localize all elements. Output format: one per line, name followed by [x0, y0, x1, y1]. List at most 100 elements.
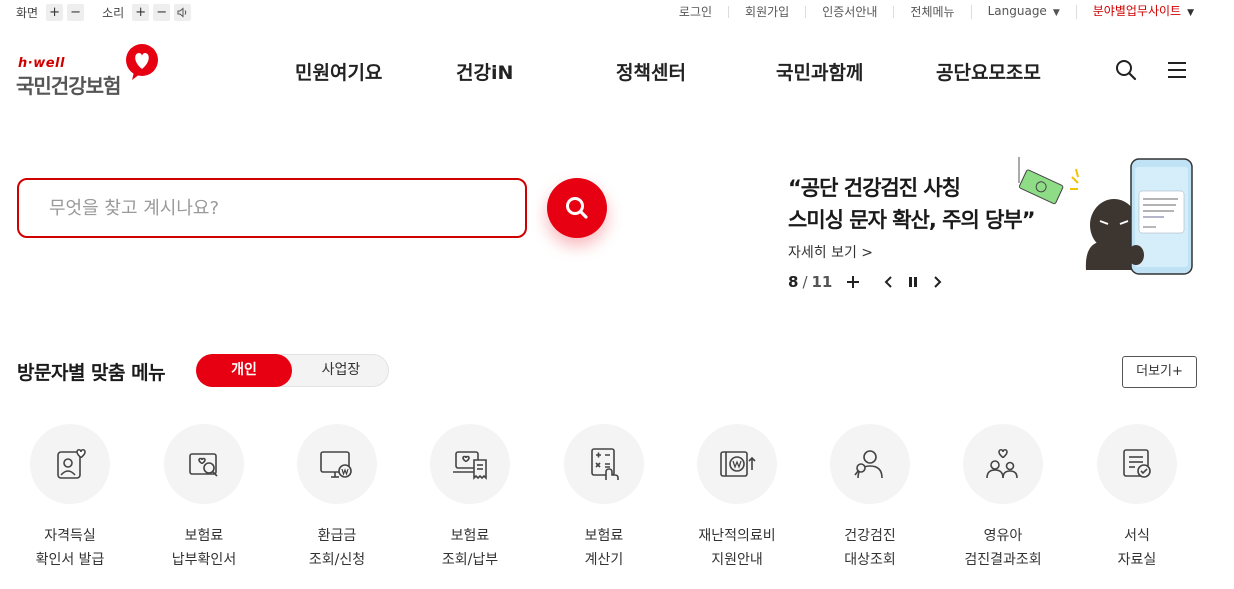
speaker-icon[interactable] — [174, 4, 192, 21]
menu-icon-circle — [430, 424, 510, 504]
gnb-nhis-about[interactable]: 공단요모조모 — [936, 58, 1041, 85]
menu-item-label-line2: 조회/신청 — [308, 552, 366, 568]
sound-up-button[interactable]: + — [132, 4, 150, 21]
menu-icon-circle — [697, 424, 777, 504]
tab-personal[interactable]: 개인 — [196, 354, 292, 387]
banner-title-line2: 스미싱 문자 확산, 주의 당부” — [788, 208, 1036, 232]
utility-links: 로그인 회원가입 인증서안내 전체메뉴 Language ▼ 분야별업무사이트 ▼ — [663, 5, 1194, 19]
menu-item-label-line1: 재난적의료비 — [698, 528, 776, 544]
search-input[interactable] — [19, 180, 525, 236]
banner-controls: 8 / 11 — [788, 273, 946, 291]
banner-title-line1: “공단 건강검진 사칭 — [788, 176, 961, 200]
signup-link[interactable]: 회원가입 — [728, 6, 805, 18]
wallet-won-up-icon — [720, 451, 756, 477]
caret-down-icon: ▼ — [1187, 8, 1194, 18]
laptop-receipt-icon — [453, 451, 487, 480]
gnb-with-citizens[interactable]: 국민과함께 — [776, 58, 863, 85]
language-dropdown[interactable]: Language ▼ — [970, 4, 1076, 19]
banner-more-link[interactable]: 자세히 보기 > — [788, 242, 873, 262]
menu-item-health-checkup[interactable]: 건강검진 대상조회 — [800, 424, 940, 572]
banner-total-count: 11 — [811, 273, 833, 291]
logo-subtitle: h·well — [18, 56, 65, 71]
menu-item-label-line2: 지원안내 — [711, 552, 763, 568]
menu-item-premium-calculator[interactable]: 보험료 계산기 — [534, 424, 674, 572]
gnb-policy-center[interactable]: 정책센터 — [616, 58, 686, 85]
search-button[interactable] — [547, 178, 607, 238]
banner-title[interactable]: “공단 건강검진 사칭 스미싱 문자 확산, 주의 당부” — [788, 172, 1036, 236]
menu-icon-circle — [297, 424, 377, 504]
sound-group: 소리 + − — [102, 4, 192, 21]
visitor-type-toggle: 개인 사업장 — [196, 354, 389, 387]
screen-zoom-group: 화면 + − — [16, 4, 85, 21]
chevron-right-icon[interactable] — [928, 273, 946, 291]
gnb-health-in[interactable]: 건강iN — [456, 58, 513, 85]
search-box — [17, 178, 527, 238]
certificate-guide-link[interactable]: 인증서안내 — [805, 6, 893, 18]
menu-item-label-line1: 보험료 — [184, 528, 224, 544]
all-menu-link[interactable]: 전체메뉴 — [893, 6, 970, 18]
pause-icon[interactable] — [904, 273, 922, 291]
menu-item-label-line2: 확인서 발급 — [35, 552, 105, 568]
menu-item-forms-library[interactable]: 서식 자료실 — [1067, 424, 1207, 572]
menu-icon-circle — [164, 424, 244, 504]
person-card-heart-icon — [57, 448, 86, 479]
language-label: Language — [987, 4, 1047, 18]
menu-item-label-line2: 계산기 — [584, 552, 624, 568]
heart-logo-icon — [126, 44, 158, 80]
menu-icon-circle — [564, 424, 644, 504]
menu-item-label-line1: 서식 — [1124, 528, 1150, 544]
accessibility-controls: 화면 + − 소리 + − — [16, 4, 192, 21]
caret-down-icon: ▼ — [1052, 8, 1060, 18]
banner-index-separator: / — [802, 273, 808, 291]
menu-item-label-line2: 대상조회 — [844, 552, 896, 568]
calculator-hand-icon — [591, 448, 619, 480]
document-search-icon — [189, 453, 218, 477]
gnb-civil-service[interactable]: 민원여기요 — [295, 58, 382, 85]
menu-item-label-line1: 보험료 — [584, 528, 624, 544]
menu-item-catastrophic-medical[interactable]: 재난적의료비 지원안내 — [667, 424, 807, 572]
screen-zoom-out-button[interactable]: − — [67, 4, 85, 21]
menu-item-label-line2: 검진결과조회 — [964, 552, 1042, 568]
sound-label: 소리 — [102, 6, 125, 20]
menu-item-infant-checkup[interactable]: 영유아 검진결과조회 — [933, 424, 1073, 572]
menu-item-label-line2: 납부확인서 — [171, 552, 237, 568]
menu-icon-circle — [963, 424, 1043, 504]
menu-item-premium-payment[interactable]: 보험료 조회/납부 — [400, 424, 540, 572]
search-icon — [566, 197, 588, 219]
sound-down-button[interactable]: − — [153, 4, 171, 21]
menu-icon-circle — [30, 424, 110, 504]
menu-item-label-line1: 건강검진 — [844, 528, 896, 544]
menu-icon-circle — [830, 424, 910, 504]
chevron-left-icon[interactable] — [880, 273, 898, 291]
more-button[interactable]: 더보기+ — [1122, 356, 1197, 388]
menu-item-label-line1: 자격득실 — [44, 528, 96, 544]
screen-zoom-in-button[interactable]: + — [46, 4, 64, 21]
banner-current-index: 8 — [788, 273, 799, 291]
hamburger-menu-icon[interactable] — [1165, 58, 1189, 82]
menu-icon-circle — [1097, 424, 1177, 504]
screen-zoom-label: 화면 — [16, 6, 39, 20]
site-logo[interactable]: h·well 국민건강보험 — [16, 42, 161, 98]
smishing-illustration — [1018, 157, 1193, 275]
search-icon[interactable] — [1114, 58, 1138, 82]
menu-item-refund[interactable]: 환급금 조회/신청 — [267, 424, 407, 572]
menu-item-label-line2: 자료실 — [1117, 552, 1157, 568]
menu-item-label-line1: 보험료 — [450, 528, 490, 544]
logo-title: 국민건강보험 — [16, 74, 121, 98]
field-sites-dropdown[interactable]: 분야별업무사이트 ▼ — [1075, 4, 1194, 19]
visitor-menu-title: 방문자별 맞춤 메뉴 — [17, 362, 166, 384]
field-sites-label: 분야별업무사이트 — [1092, 4, 1182, 18]
menu-item-premium-receipt[interactable]: 보험료 납부확인서 — [134, 424, 274, 572]
utility-bar: 화면 + − 소리 + − 로그인 회원가입 인증서안내 전체메뉴 Langua… — [0, 0, 1234, 26]
menu-item-label-line1: 영유아 — [983, 528, 1023, 544]
menu-item-qualification-certificate[interactable]: 자격득실 확인서 발급 — [0, 424, 140, 572]
menu-item-label-line2: 조회/납부 — [441, 552, 499, 568]
login-link[interactable]: 로그인 — [663, 6, 728, 18]
monitor-won-icon — [320, 451, 352, 478]
parent-child-heart-icon — [986, 448, 1018, 479]
menu-item-label-line1: 환급금 — [317, 528, 357, 544]
form-check-icon — [1123, 449, 1151, 478]
plus-icon[interactable] — [844, 273, 862, 291]
tab-business[interactable]: 사업장 — [293, 354, 389, 387]
person-search-icon — [854, 450, 883, 479]
